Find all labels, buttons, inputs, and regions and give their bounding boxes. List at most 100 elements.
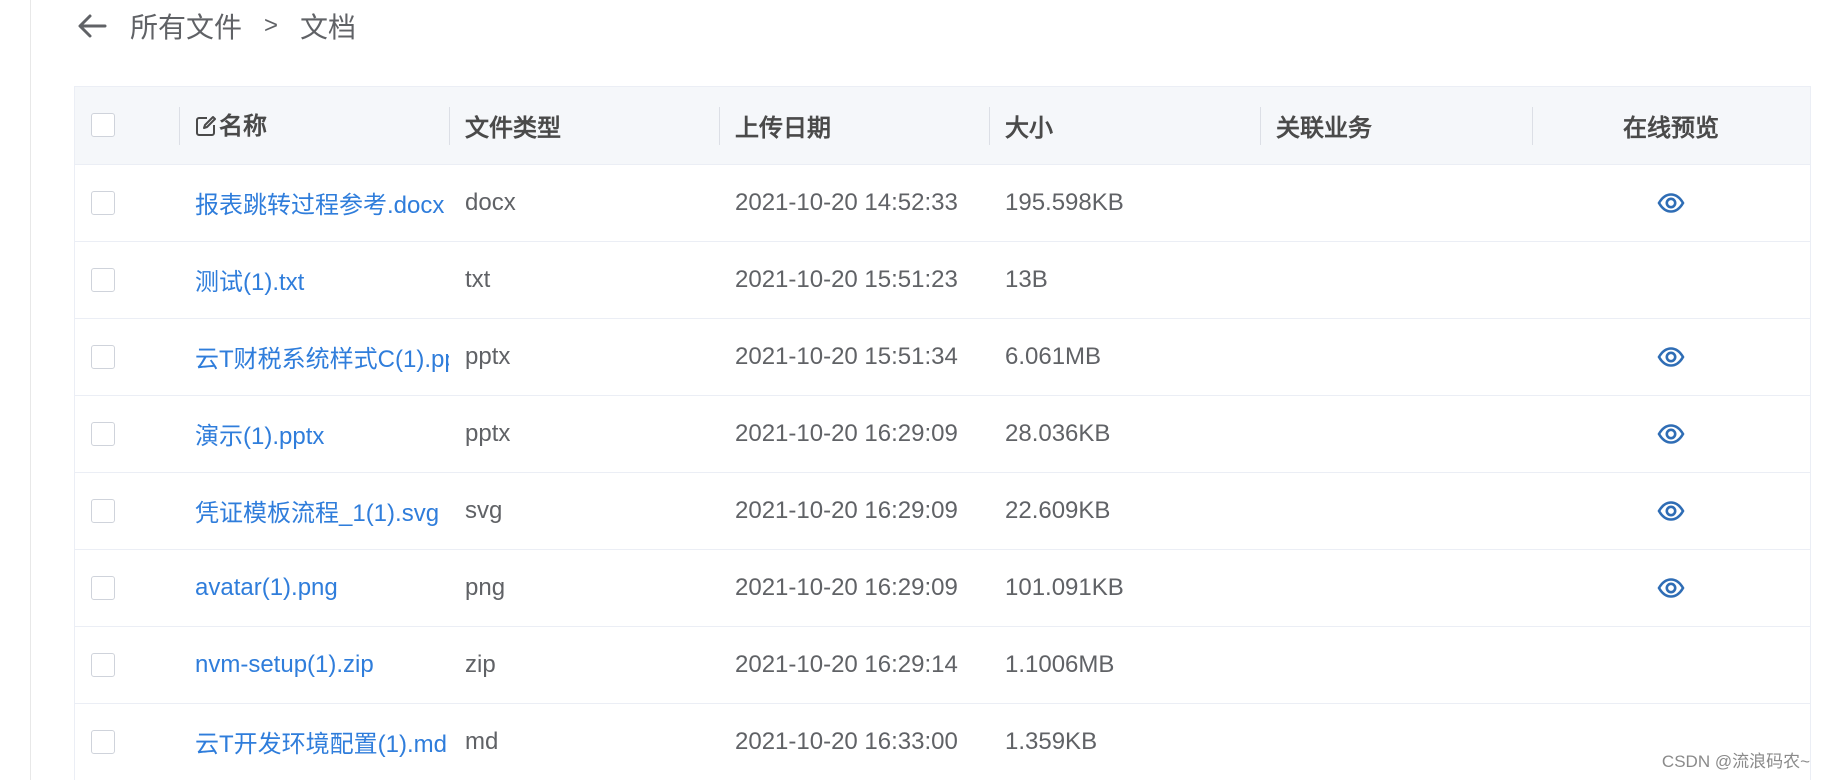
header-size-label: 大小 xyxy=(1005,114,1053,142)
upload-date-cell: 2021-10-20 16:29:09 xyxy=(735,419,958,447)
table-row[interactable]: nvm-setup(1).zip zip 2021-10-20 16:29:14 1.… xyxy=(75,626,1810,703)
file-type-cell: png xyxy=(465,573,506,601)
related-business-cell xyxy=(1260,472,1532,549)
sidebar-edge xyxy=(0,0,31,780)
table-row[interactable]: 云T开发环境配置(1).md md 2021-10-20 16:33:00 1.359… xyxy=(75,703,1810,780)
file-type-cell: md xyxy=(465,727,499,755)
file-name-cell: avatar(1).png xyxy=(179,549,449,626)
preview-cell xyxy=(1532,626,1810,703)
file-name-cell: 云T开发环境配置(1).md xyxy=(179,703,449,780)
table-row[interactable]: 报表跳转过程参考.docx docx 2021-10-20 14:52:33 195.… xyxy=(75,164,1810,241)
file-size-cell: 22.609KB xyxy=(1005,496,1111,524)
preview-cell xyxy=(1532,395,1810,472)
select-all-checkbox[interactable] xyxy=(91,113,115,138)
upload-date-cell: 2021-10-20 16:29:09 xyxy=(735,496,958,524)
file-name-link[interactable]: 测试(1).txt xyxy=(195,262,449,297)
header-upload-date-label: 上传日期 xyxy=(735,114,831,142)
row-checkbox[interactable] xyxy=(91,652,115,677)
file-name-cell: 凭证模板流程_1(1).svg xyxy=(179,472,449,549)
row-checkbox[interactable] xyxy=(91,190,115,215)
header-size[interactable]: 大小 xyxy=(989,87,1260,164)
eye-icon[interactable] xyxy=(1654,571,1688,605)
related-business-cell xyxy=(1260,318,1532,395)
file-size-cell: 1.1006MB xyxy=(1005,650,1115,678)
preview-cell xyxy=(1532,472,1810,549)
upload-date-cell: 2021-10-20 16:33:00 xyxy=(735,727,958,755)
file-name-link[interactable]: nvm-setup(1).zip xyxy=(195,651,449,679)
file-name-cell: 测试(1).txt xyxy=(179,241,449,318)
file-type-cell: txt xyxy=(465,265,491,293)
related-business-cell xyxy=(1260,241,1532,318)
row-select-cell xyxy=(75,395,179,472)
header-name[interactable]: 名称 xyxy=(179,87,449,164)
row-checkbox[interactable] xyxy=(91,575,115,600)
row-select-cell xyxy=(75,318,179,395)
file-size-cell: 1.359KB xyxy=(1005,727,1098,755)
row-select-cell xyxy=(75,164,179,241)
preview-cell xyxy=(1532,164,1810,241)
header-preview[interactable]: 在线预览 xyxy=(1532,87,1810,164)
file-size-cell: 13B xyxy=(1005,265,1048,293)
header-related[interactable]: 关联业务 xyxy=(1260,87,1532,164)
file-name-cell: 云T财税系统样式C(1).pptx xyxy=(179,318,449,395)
row-checkbox[interactable] xyxy=(91,344,115,369)
file-table: 名称 文件类型 上传日期 大小 关联业务 在线预览 报表跳转过程参考.docx … xyxy=(75,87,1810,780)
upload-date-cell: 2021-10-20 16:29:09 xyxy=(735,573,958,601)
file-table-body: 报表跳转过程参考.docx docx 2021-10-20 14:52:33 195.… xyxy=(75,164,1810,780)
file-type-cell: pptx xyxy=(465,419,511,447)
file-name-link[interactable]: 云T开发环境配置(1).md xyxy=(195,724,449,759)
row-checkbox[interactable] xyxy=(91,498,115,523)
file-type-cell: docx xyxy=(465,188,516,216)
table-row[interactable]: 凭证模板流程_1(1).svg svg 2021-10-20 16:29:09 22.… xyxy=(75,472,1810,549)
preview-cell xyxy=(1532,318,1810,395)
related-business-cell xyxy=(1260,164,1532,241)
row-checkbox[interactable] xyxy=(91,267,115,292)
related-business-cell xyxy=(1260,626,1532,703)
row-select-cell xyxy=(75,472,179,549)
preview-cell xyxy=(1532,241,1810,318)
file-size-cell: 6.061MB xyxy=(1005,342,1102,370)
watermark: CSDN @流浪码农~ xyxy=(1661,752,1810,771)
header-type[interactable]: 文件类型 xyxy=(449,87,719,164)
table-row[interactable]: 测试(1).txt txt 2021-10-20 15:51:23 13B xyxy=(75,241,1810,318)
arrow-left-icon[interactable] xyxy=(76,10,108,42)
file-name-link[interactable]: 演示(1).pptx xyxy=(195,416,449,451)
file-name-cell: 报表跳转过程参考.docx xyxy=(179,164,449,241)
eye-icon[interactable] xyxy=(1654,417,1688,451)
header-type-label: 文件类型 xyxy=(465,114,561,142)
breadcrumb-root[interactable]: 所有文件 xyxy=(130,6,242,46)
row-checkbox[interactable] xyxy=(91,729,115,754)
upload-date-cell: 2021-10-20 15:51:23 xyxy=(735,265,958,293)
file-size-cell: 28.036KB xyxy=(1005,419,1111,447)
file-table-container: 名称 文件类型 上传日期 大小 关联业务 在线预览 报表跳转过程参考.docx … xyxy=(74,86,1811,780)
breadcrumb-current: 文档 xyxy=(300,12,357,43)
file-type-cell: svg xyxy=(465,496,503,524)
file-name-cell: 演示(1).pptx xyxy=(179,395,449,472)
upload-date-cell: 2021-10-20 14:52:33 xyxy=(735,188,958,216)
table-row[interactable]: 云T财税系统样式C(1).pptx pptx 2021-10-20 15:51:34… xyxy=(75,318,1810,395)
file-name-cell: nvm-setup(1).zip xyxy=(179,626,449,703)
eye-icon[interactable] xyxy=(1654,186,1688,220)
eye-icon[interactable] xyxy=(1654,340,1688,374)
file-name-link[interactable]: 凭证模板流程_1(1).svg xyxy=(195,493,449,528)
table-row[interactable]: avatar(1).png png 2021-10-20 16:29:09 101.0… xyxy=(75,549,1810,626)
file-name-link[interactable]: 云T财税系统样式C(1).pptx xyxy=(195,339,449,374)
header-upload-date[interactable]: 上传日期 xyxy=(719,87,989,164)
preview-cell xyxy=(1532,549,1810,626)
related-business-cell xyxy=(1260,395,1532,472)
table-row[interactable]: 演示(1).pptx pptx 2021-10-20 16:29:09 28.036K… xyxy=(75,395,1810,472)
eye-icon[interactable] xyxy=(1654,494,1688,528)
file-name-link[interactable]: 报表跳转过程参考.docx xyxy=(195,185,449,220)
file-type-cell: pptx xyxy=(465,342,511,370)
breadcrumb: 所有文件 > 文档 xyxy=(76,6,356,46)
file-name-link[interactable]: avatar(1).png xyxy=(195,574,449,602)
row-checkbox[interactable] xyxy=(91,421,115,446)
row-select-cell xyxy=(75,241,179,318)
related-business-cell xyxy=(1260,703,1532,780)
edit-icon xyxy=(195,115,217,144)
file-type-cell: zip xyxy=(465,650,496,678)
row-select-cell xyxy=(75,626,179,703)
header-related-label: 关联业务 xyxy=(1276,114,1372,142)
header-name-label: 名称 xyxy=(219,113,267,141)
upload-date-cell: 2021-10-20 15:51:34 xyxy=(735,342,958,370)
